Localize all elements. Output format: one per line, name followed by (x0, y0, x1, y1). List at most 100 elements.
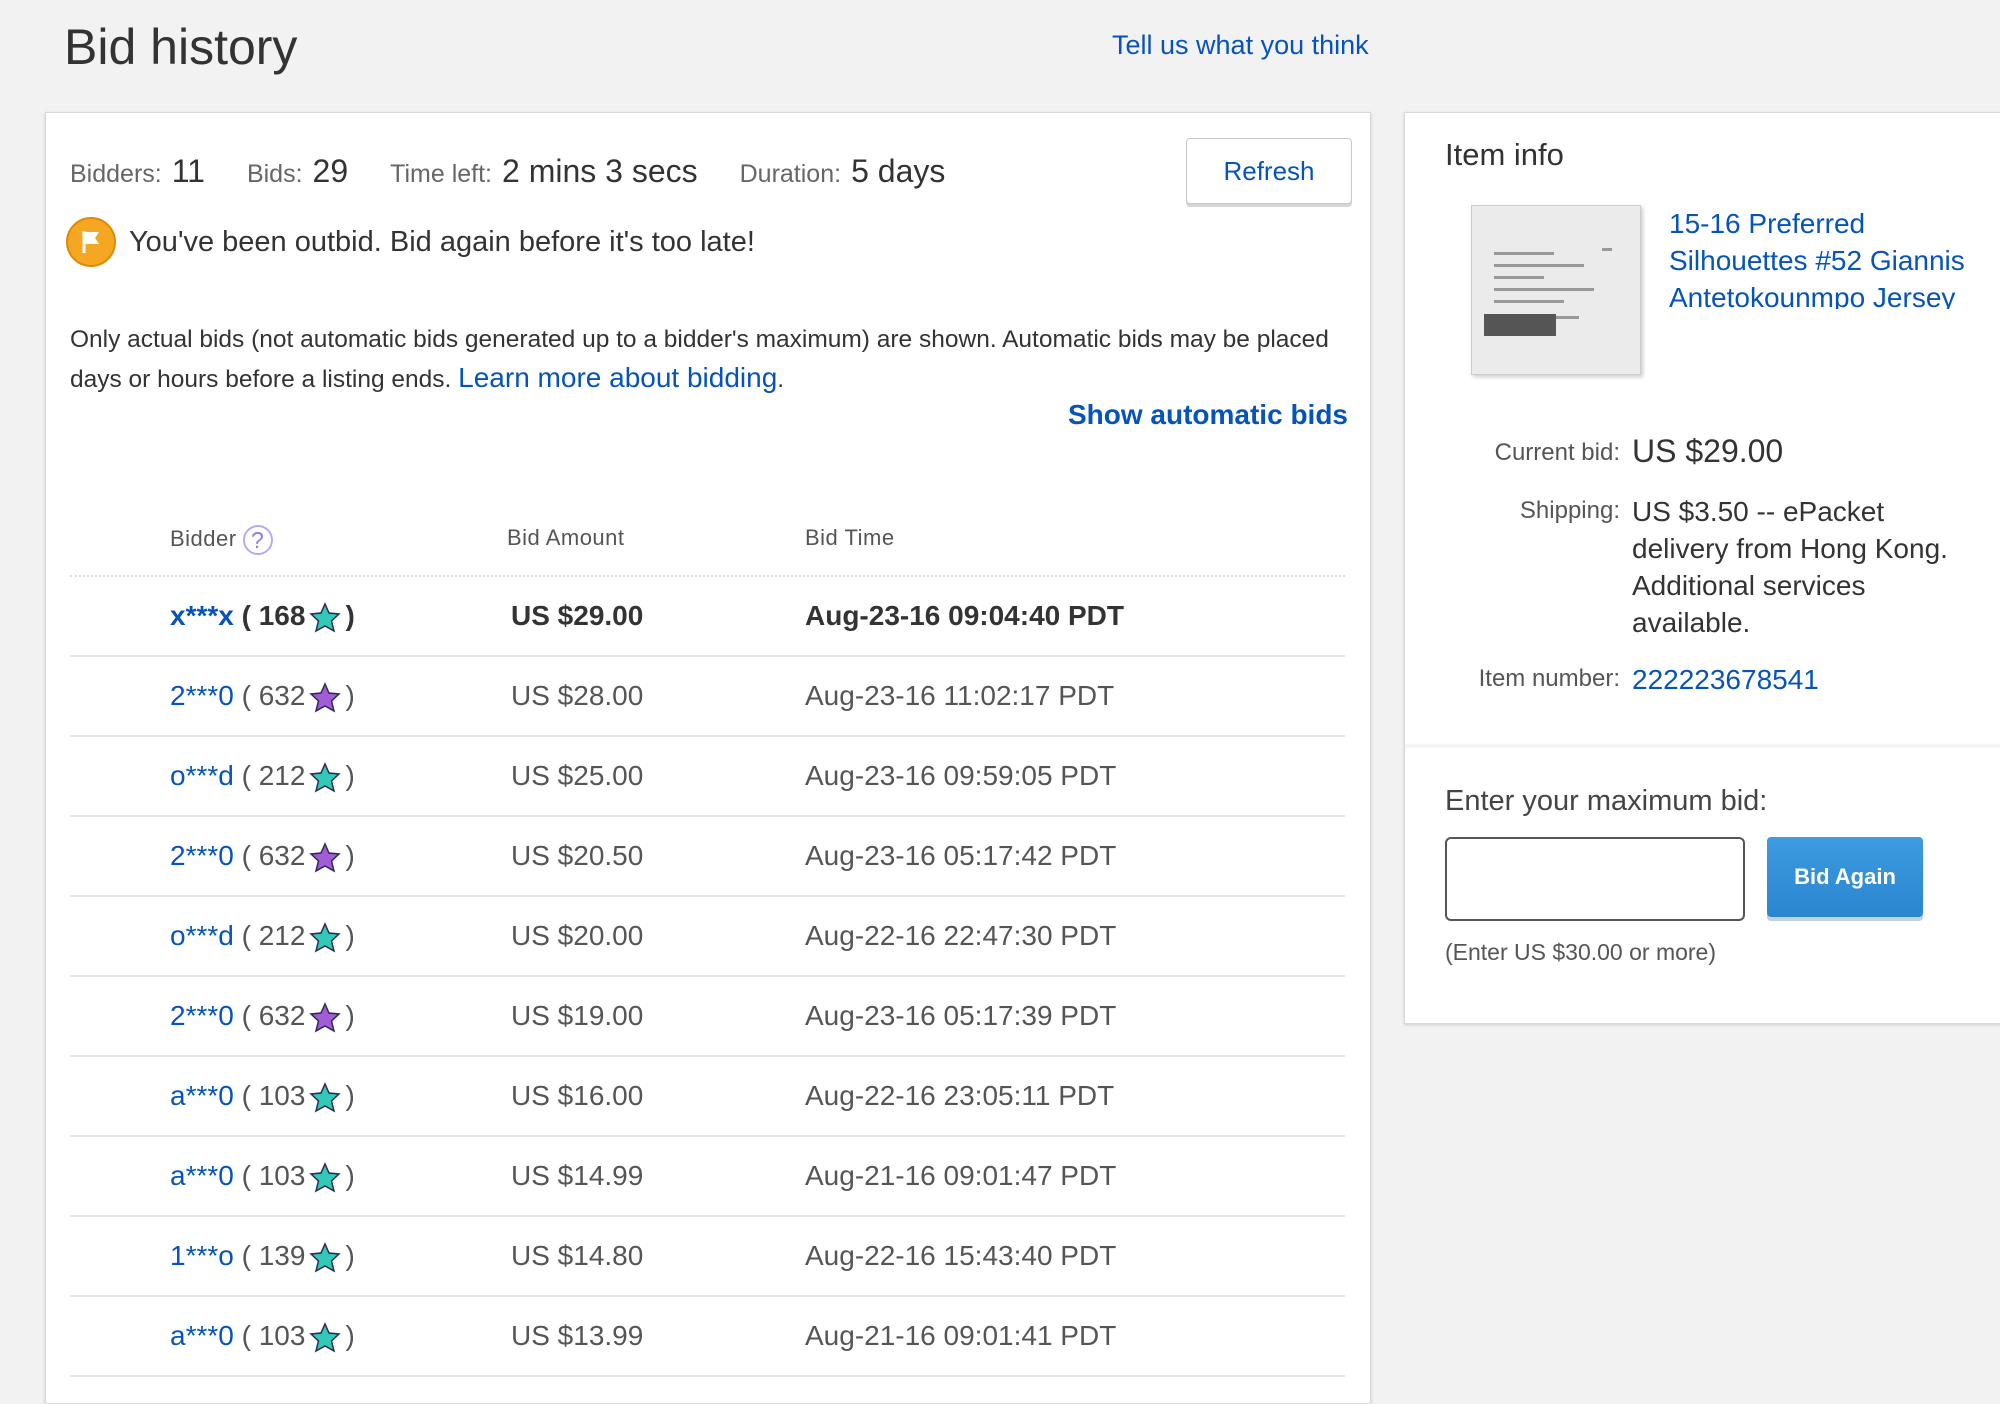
max-bid-label: Enter your maximum bid: (1445, 785, 1768, 817)
table-row: 2***0 ( 632) US $20.50 Aug-23-16 05:17:42 … (70, 817, 1345, 897)
time-left-label: Time left: (390, 160, 492, 188)
page-title: Bid history (64, 19, 298, 75)
bidder-cell: o***d ( 212) (170, 897, 355, 975)
bid-time-cell: Aug-22-16 15:43:40 PDT (805, 1240, 1117, 1271)
bidder-link[interactable]: a***0 (170, 1320, 234, 1351)
shipping-label: Shipping: (1519, 497, 1620, 524)
item-thumbnail[interactable] (1471, 205, 1641, 375)
bid-time-cell: Aug-23-16 09:04:40 PDT (805, 600, 1125, 631)
bid-amount-cell: US $14.80 (511, 1240, 644, 1271)
table-row: 1***o ( 139) US $14.80 Aug-22-16 15:43:40 … (70, 1217, 1345, 1297)
feedback-score: 103 (258, 1160, 306, 1191)
bidder-link[interactable]: 2***0 (170, 1000, 234, 1031)
item-number-link[interactable]: 222223678541 (1632, 664, 1819, 695)
feedback-score: 632 (258, 1000, 306, 1031)
bidder-cell: o***d ( 212) (170, 737, 355, 815)
feedback-score: 103 (258, 1320, 306, 1351)
bidders-count: 11 (171, 153, 205, 189)
table-row: a***0 ( 103) US $13.99 Aug-21-16 09:01:41 … (70, 1297, 1345, 1377)
bid-time-cell: Aug-23-16 05:17:42 PDT (805, 840, 1117, 871)
table-row: 2***0 ( 632) US $28.00 Aug-23-16 11:02:17 … (70, 657, 1345, 737)
bid-time-cell: Aug-23-16 05:17:39 PDT (805, 1000, 1117, 1031)
info-period: . (777, 366, 785, 393)
feedback-open-paren: ( (233, 680, 259, 711)
feedback-close-paren: ) (345, 1000, 355, 1031)
feedback-score: 632 (258, 840, 306, 871)
feedback-score: 212 (258, 920, 306, 951)
feedback-score: 212 (258, 760, 306, 791)
bidder-link[interactable]: o***d (170, 760, 234, 791)
show-automatic-bids-link[interactable]: Show automatic bids (1068, 399, 1348, 431)
item-number-label: Item number: (1478, 665, 1620, 692)
shipping-value: US $3.50 -- ePacket delivery from Hong K… (1632, 496, 1948, 638)
bidder-cell: 2***0 ( 632) (170, 657, 355, 735)
bidder-link[interactable]: 2***0 (170, 680, 234, 711)
bidder-cell: 1***o ( 139) (170, 1217, 355, 1295)
feedback-close-paren: ) (345, 920, 355, 951)
feedback-open-paren: ( (233, 1240, 259, 1271)
outbid-alert: You've been outbid. Bid again before it'… (66, 217, 755, 267)
feedback-close-paren: ) (345, 600, 355, 631)
bidder-link[interactable]: a***0 (170, 1080, 234, 1111)
bid-time-cell: Aug-22-16 22:47:30 PDT (805, 920, 1117, 951)
help-icon[interactable]: ? (242, 525, 273, 555)
table-row: o***d ( 212) US $25.00 Aug-23-16 09:59:05 … (70, 737, 1345, 817)
feedback-star-icon (309, 761, 342, 793)
feedback-star-icon (309, 841, 342, 873)
table-row: 2***0 ( 632) US $19.00 Aug-23-16 05:17:39 … (70, 977, 1345, 1057)
bidder-cell: 2***0 ( 632) (170, 817, 355, 895)
divider (1405, 743, 2000, 749)
bidder-cell: a***0 ( 103) (170, 1297, 355, 1375)
bidder-link[interactable]: x***x (170, 600, 234, 631)
bids-label: Bids: (246, 160, 303, 188)
item-number-value: 222223678541 (1632, 661, 1972, 698)
learn-more-link[interactable]: Learn more about bidding (458, 362, 777, 393)
bid-time-cell: Aug-23-16 11:02:17 PDT (805, 680, 1115, 711)
item-title-link[interactable]: 15-16 Preferred Silhouettes #52 Giannis … (1669, 205, 1999, 309)
table-header: Bidder? Bid Amount Bid Time (70, 493, 1345, 577)
feedback-open-paren: ( (233, 1320, 259, 1351)
time-column-header: Bid Time (805, 525, 895, 550)
feedback-star-icon (309, 1241, 342, 1273)
bid-amount-cell: US $19.00 (511, 1000, 644, 1031)
bid-time-cell: Aug-21-16 09:01:41 PDT (805, 1320, 1117, 1351)
bid-history-panel: Bidders: 11 Bids: 29 Time left: 2 mins 3… (45, 112, 1371, 1404)
bidder-link[interactable]: a***0 (170, 1160, 234, 1191)
bid-amount-cell: US $20.00 (511, 920, 644, 951)
feedback-open-paren: ( (233, 1000, 259, 1031)
time-left-value: 2 mins 3 secs (502, 153, 698, 189)
bids-count: 29 (312, 153, 349, 189)
bid-time-cell: Aug-21-16 09:01:47 PDT (805, 1160, 1117, 1191)
bid-amount-cell: US $29.00 (511, 600, 644, 631)
amount-column-header: Bid Amount (507, 525, 625, 550)
outbid-message: You've been outbid. Bid again before it'… (129, 225, 755, 258)
feedback-close-paren: ) (345, 760, 355, 791)
bidder-link[interactable]: 2***0 (170, 840, 234, 871)
bidder-link[interactable]: 1***o (170, 1240, 234, 1271)
bid-again-button[interactable]: Bid Again (1767, 837, 1923, 917)
bid-amount-cell: US $13.99 (511, 1320, 644, 1351)
feedback-close-paren: ) (345, 1240, 355, 1271)
feedback-star-icon (309, 601, 342, 633)
bidder-cell: 2***0 ( 632) (170, 977, 355, 1055)
bidder-link[interactable]: o***d (170, 920, 234, 951)
bidder-header-label: Bidder (170, 525, 237, 551)
bid-amount-cell: US $16.00 (511, 1080, 644, 1111)
feedback-star-icon (309, 1161, 342, 1193)
feedback-link[interactable]: Tell us what you think (1112, 30, 1369, 61)
feedback-open-paren: ( (233, 1160, 259, 1191)
bidder-cell: a***0 ( 103) (170, 1137, 355, 1215)
refresh-button[interactable]: Refresh (1186, 138, 1352, 204)
feedback-score: 168 (258, 600, 306, 631)
feedback-close-paren: ) (345, 840, 355, 871)
max-bid-input[interactable] (1445, 837, 1745, 921)
bid-amount-cell: US $28.00 (511, 680, 644, 711)
feedback-score: 103 (258, 1080, 306, 1111)
bidder-cell: a***0 ( 103) (170, 1057, 355, 1135)
feedback-star-icon (309, 1001, 342, 1033)
feedback-close-paren: ) (345, 1160, 355, 1191)
feedback-score: 632 (258, 680, 306, 711)
feedback-open-paren: ( (233, 840, 259, 871)
table-row: o***d ( 212) US $20.00 Aug-22-16 22:47:30 … (70, 897, 1345, 977)
bids-table: Bidder? Bid Amount Bid Time x***x ( 168)… (70, 493, 1345, 1377)
